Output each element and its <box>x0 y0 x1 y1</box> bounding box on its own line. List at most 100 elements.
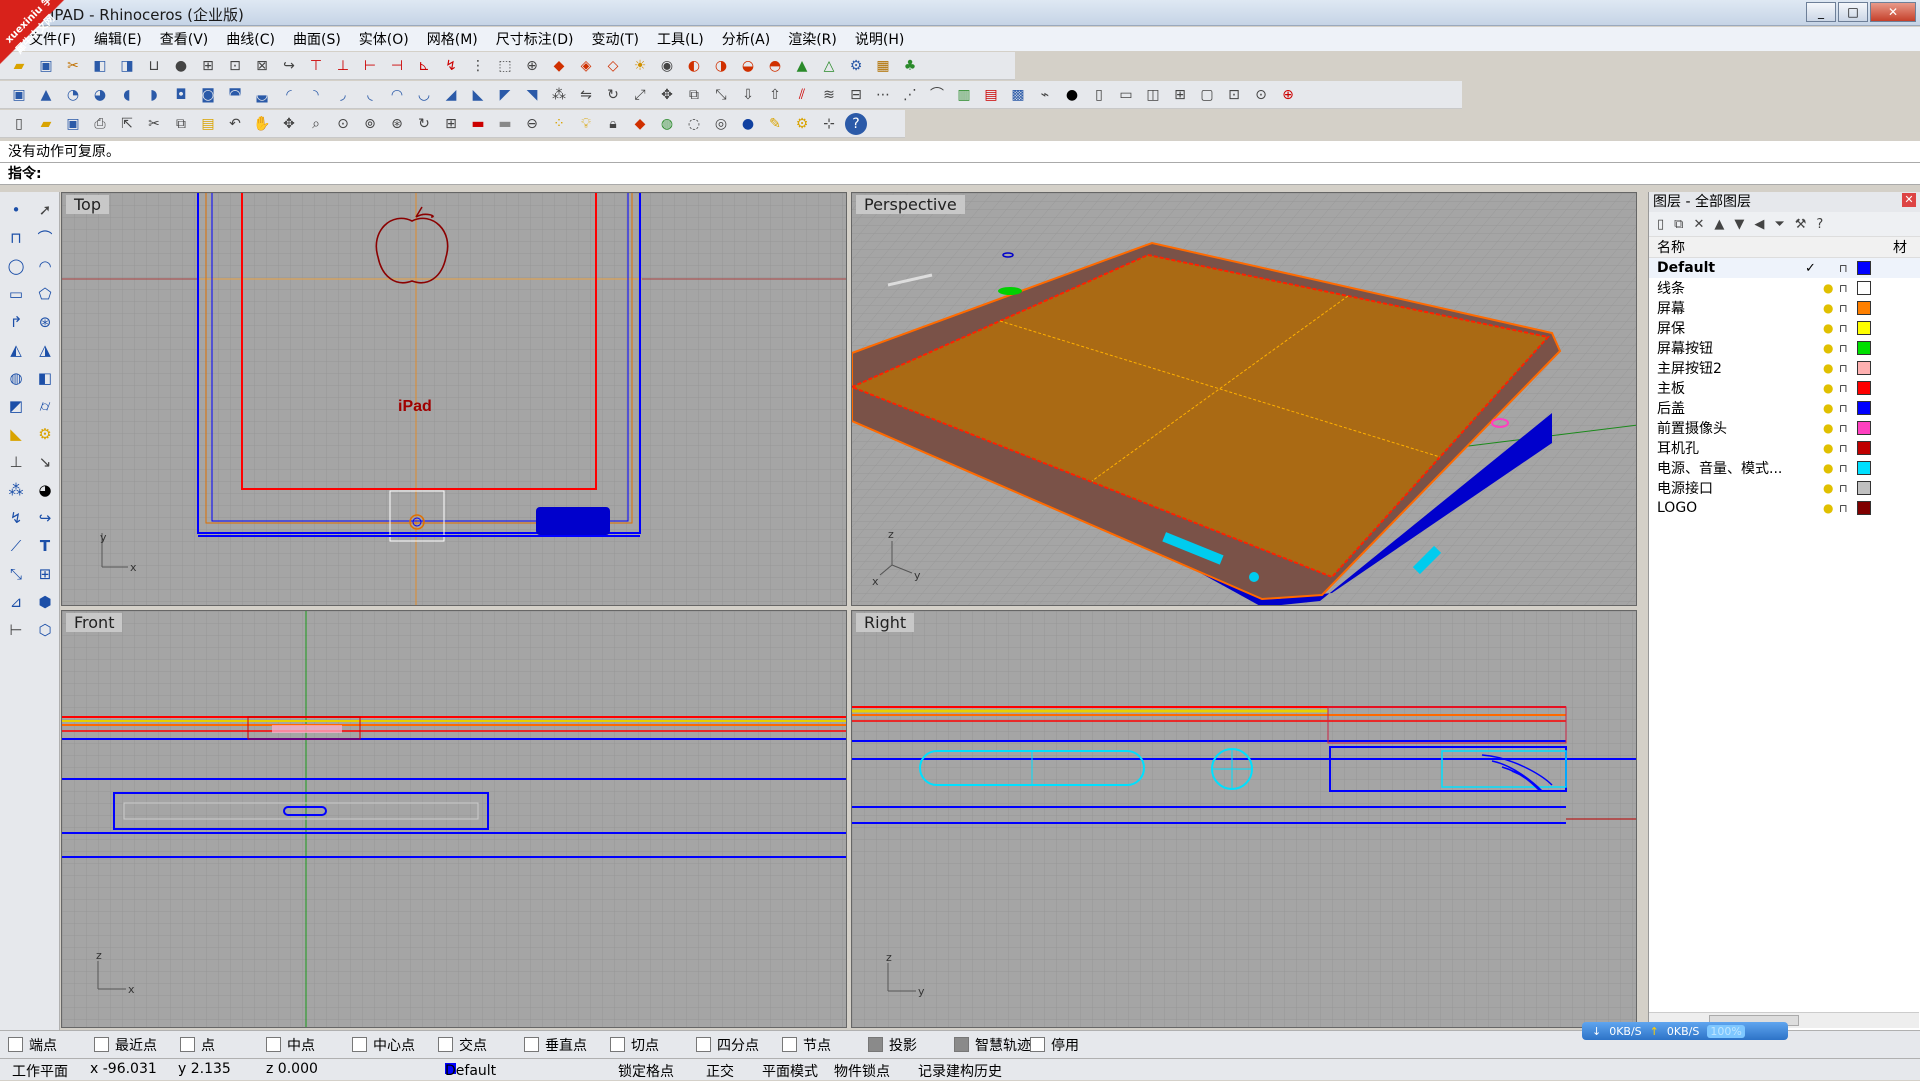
layer-row[interactable]: LOGO ● ⊓ <box>1649 498 1920 518</box>
solid-box2-icon[interactable]: ◧ <box>31 364 59 391</box>
options-gear-icon[interactable]: ⚙ <box>791 113 813 135</box>
car-icon[interactable]: ▬ <box>467 113 489 135</box>
taper-icon[interactable]: ◥ <box>521 84 543 106</box>
boolean-union-icon[interactable]: ◛ <box>251 84 273 106</box>
menu-transform[interactable]: 变动(T) <box>582 29 647 49</box>
draft-angle-icon[interactable]: ▤ <box>980 84 1002 106</box>
texture-icon[interactable]: ◐ <box>683 55 705 77</box>
bounding-box-icon[interactable]: ⬡ <box>31 616 59 643</box>
layer-row[interactable]: 后盖 ● ⊓ <box>1649 398 1920 418</box>
viewport-top[interactable]: Top iPad y x <box>61 192 847 606</box>
dimension-icon[interactable]: ⊥ <box>2 448 30 475</box>
distance-icon[interactable]: ⊢ <box>2 616 30 643</box>
unlock-icon[interactable]: ⊓ <box>1839 362 1848 375</box>
fillet-edge-icon[interactable]: ◝ <box>305 84 327 106</box>
menu-edit[interactable]: 编辑(E) <box>85 29 151 49</box>
ortho-toggle[interactable]: 正交 <box>706 1061 734 1081</box>
copy-icon[interactable]: ⧉ <box>683 84 705 106</box>
shade-icon[interactable]: ◆ <box>548 55 570 77</box>
cplane-label[interactable]: 工作平面 <box>12 1061 68 1081</box>
planar-toggle[interactable]: 平面模式 <box>762 1061 818 1081</box>
unlock-icon[interactable]: ⊓ <box>1839 282 1848 295</box>
car2-icon[interactable]: ▬ <box>494 113 516 135</box>
project-icon[interactable]: ⇩ <box>737 84 759 106</box>
cube-icon[interactable]: ◨ <box>116 55 138 77</box>
layer-color-swatch[interactable] <box>1857 501 1871 515</box>
ground-icon[interactable]: ▲ <box>791 55 813 77</box>
scale-icon[interactable]: ⤢ <box>629 84 651 106</box>
close-button[interactable]: ✕ <box>1870 2 1916 22</box>
polygon-icon[interactable]: ⬠ <box>31 280 59 307</box>
shaded-icon[interactable]: ◆ <box>629 113 651 135</box>
osnap-item[interactable]: 中点 <box>266 1035 344 1055</box>
cylinder-icon[interactable]: ⊔ <box>143 55 165 77</box>
layer-name[interactable]: 线条 <box>1657 278 1685 298</box>
layer-row[interactable]: 主屏按钮2 ● ⊓ <box>1649 358 1920 378</box>
bulb-icon[interactable]: ● <box>1823 441 1833 455</box>
new-icon[interactable]: ▯ <box>8 113 30 135</box>
unlock-icon[interactable]: ⊓ <box>1839 342 1848 355</box>
layer-name[interactable]: 屏幕 <box>1657 298 1685 318</box>
camera-icon[interactable]: ◉ <box>656 55 678 77</box>
osnap-item[interactable]: 切点 <box>610 1035 688 1055</box>
viewport-perspective[interactable]: Perspective z y x <box>851 192 1637 606</box>
layer-color-swatch[interactable] <box>1857 321 1871 335</box>
layer-color-swatch[interactable] <box>1857 341 1871 355</box>
loft-icon[interactable]: ◕ <box>89 84 111 106</box>
polyline-icon[interactable]: ⊓ <box>2 224 30 251</box>
solid-box-icon[interactable]: ▣ <box>8 84 30 106</box>
layer-color-swatch[interactable] <box>1857 481 1871 495</box>
menu-analyze[interactable]: 分析(A) <box>713 29 780 49</box>
solid-sphere-icon[interactable]: ◍ <box>2 364 30 391</box>
layer-row[interactable]: 主板 ● ⊓ <box>1649 378 1920 398</box>
delete-layer-icon[interactable]: ✕ <box>1693 217 1704 232</box>
offset-icon[interactable]: ⋮ <box>467 55 489 77</box>
four-view-icon[interactable]: ⊞ <box>1169 84 1191 106</box>
split-view-icon[interactable]: ◫ <box>1142 84 1164 106</box>
undo-icon[interactable]: ↶ <box>224 113 246 135</box>
layer-name[interactable]: 电源、音量、模式... <box>1657 458 1782 478</box>
extrude-icon[interactable]: ◗ <box>143 84 165 106</box>
render-icon[interactable]: ◈ <box>575 55 597 77</box>
layer-row[interactable]: 前置摄像头 ● ⊓ <box>1649 418 1920 438</box>
unlock-icon[interactable]: ⊓ <box>1839 442 1848 455</box>
shell-icon[interactable]: ◟ <box>359 84 381 106</box>
tools-icon[interactable]: ⚒ <box>1795 217 1807 232</box>
unlock-icon[interactable]: ⊓ <box>1839 382 1848 395</box>
bulb-icon[interactable]: ● <box>1823 361 1833 375</box>
split-icon[interactable]: ⊥ <box>332 55 354 77</box>
menu-surface[interactable]: 曲面(S) <box>284 29 350 49</box>
layer-color-swatch[interactable] <box>1857 441 1871 455</box>
copy-doc-icon[interactable]: ⧉ <box>170 113 192 135</box>
line-icon[interactable]: ⟋ <box>2 532 30 559</box>
bulb-icon[interactable]: ● <box>1823 281 1833 295</box>
scale-ref-icon[interactable]: ⤡ <box>2 560 30 587</box>
blend-srf-icon[interactable]: ◚ <box>224 84 246 106</box>
zebra-icon[interactable]: ▥ <box>953 84 975 106</box>
help-icon[interactable]: ? <box>845 112 867 135</box>
layer-name[interactable]: 屏保 <box>1657 318 1685 338</box>
layer-name[interactable]: 主板 <box>1657 378 1685 398</box>
sweep-icon[interactable]: ◖ <box>116 84 138 106</box>
light-spot-icon[interactable]: ◣ <box>2 420 30 447</box>
zoom-selected-icon[interactable]: ⊚ <box>359 113 381 135</box>
layer-name[interactable]: 电源接口 <box>1657 478 1713 498</box>
viewport-right-label[interactable]: Right <box>856 613 915 632</box>
trim-icon[interactable]: ⊤ <box>305 55 327 77</box>
four-viewports-icon[interactable]: ⊞ <box>440 113 462 135</box>
osnap-checkbox[interactable] <box>610 1037 625 1052</box>
osnap-item[interactable]: 最近点 <box>94 1035 172 1055</box>
curvature-icon[interactable]: ⌒ <box>926 84 948 106</box>
viewport-front[interactable]: Front z x <box>61 610 847 1028</box>
mesh-icon[interactable]: ⊠ <box>251 55 273 77</box>
mirror-icon[interactable]: ⇋ <box>575 84 597 106</box>
bulb-icon[interactable]: ● <box>1823 301 1833 315</box>
join-icon[interactable]: ⊢ <box>359 55 381 77</box>
align-icon[interactable]: ⊿ <box>2 588 30 615</box>
layer-row[interactable]: 电源、音量、模式... ● ⊓ <box>1649 458 1920 478</box>
menu-help[interactable]: 说明(H) <box>846 29 913 49</box>
properties-icon[interactable]: ⊹ <box>818 113 840 135</box>
unlock-icon[interactable]: ⊓ <box>1839 262 1848 275</box>
move-parent-icon[interactable]: ◀ <box>1754 217 1764 232</box>
boolean-diff-icon[interactable]: ◜ <box>278 84 300 106</box>
